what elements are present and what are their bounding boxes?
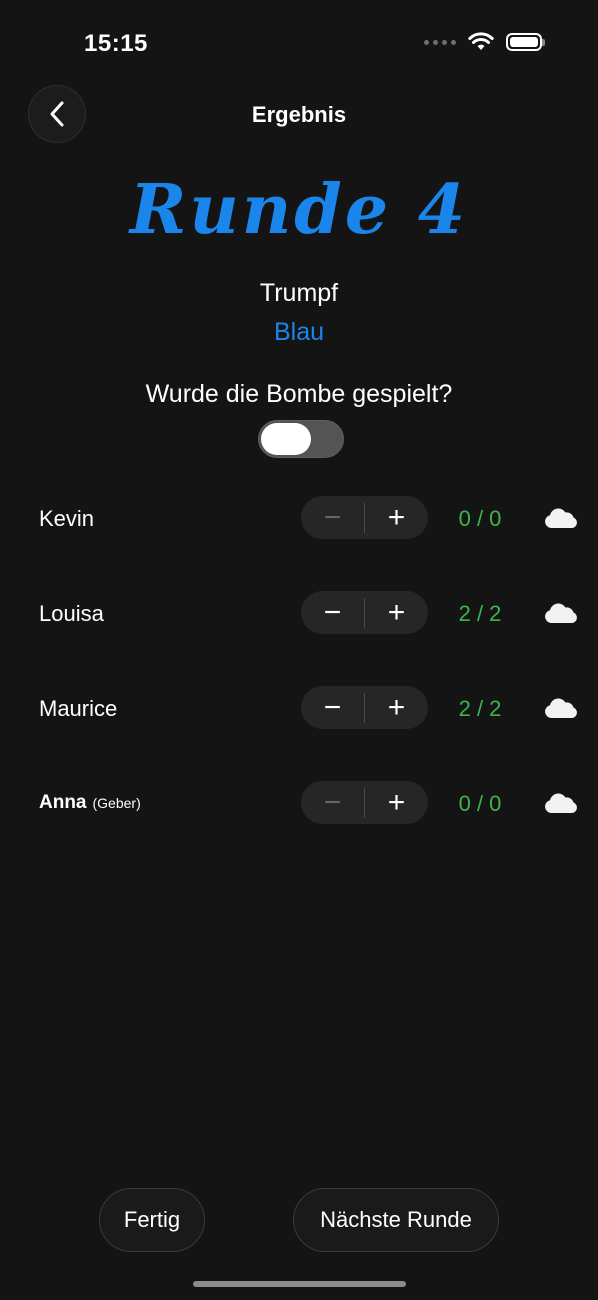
- player-name: Kevin: [39, 506, 95, 531]
- home-indicator[interactable]: [193, 1281, 406, 1287]
- dealer-label: (Geber): [92, 795, 141, 811]
- cloud-icon: [545, 698, 577, 718]
- player-score: 2 / 2: [458, 601, 502, 626]
- player-name: Louisa: [39, 601, 104, 626]
- player-score: 2 / 2: [458, 696, 502, 721]
- round-title: Runde 4: [129, 170, 469, 250]
- decrement-button[interactable]: −: [301, 781, 364, 824]
- bomb-toggle[interactable]: [258, 420, 344, 458]
- nav-title: Ergebnis: [251, 102, 347, 127]
- status-icons: [424, 32, 545, 52]
- battery-icon: [506, 33, 545, 51]
- bomb-toggle-knob: [261, 423, 311, 455]
- cellular-signal-icon: [424, 39, 456, 45]
- bid-stepper: − +: [301, 781, 428, 824]
- player-name: Maurice: [39, 696, 118, 721]
- trump-value[interactable]: Blau: [0, 318, 598, 347]
- done-button[interactable]: Fertig: [99, 1188, 205, 1252]
- trump-label: Trumpf: [259, 279, 339, 307]
- bid-stepper: − +: [301, 686, 428, 729]
- decrement-button[interactable]: −: [301, 496, 364, 539]
- increment-button[interactable]: +: [365, 496, 428, 539]
- decrement-button[interactable]: −: [301, 686, 364, 729]
- bid-stepper: − +: [301, 591, 428, 634]
- increment-button[interactable]: +: [365, 781, 428, 824]
- player-score: 0 / 0: [458, 506, 502, 531]
- increment-button[interactable]: +: [365, 686, 428, 729]
- status-time: 15:15: [84, 30, 148, 57]
- cloud-icon: [545, 793, 577, 813]
- decrement-button[interactable]: −: [301, 591, 364, 634]
- next-round-button[interactable]: Nächste Runde: [293, 1188, 499, 1252]
- player-score: 0 / 0: [458, 791, 502, 816]
- increment-button[interactable]: +: [365, 591, 428, 634]
- cloud-icon: [545, 603, 577, 623]
- cloud-icon: [545, 508, 577, 528]
- player-name: Anna (Geber): [39, 792, 141, 813]
- wifi-icon: [468, 32, 494, 50]
- bomb-question: Wurde die Bombe gespielt?: [145, 380, 453, 408]
- bid-stepper: − +: [301, 496, 428, 539]
